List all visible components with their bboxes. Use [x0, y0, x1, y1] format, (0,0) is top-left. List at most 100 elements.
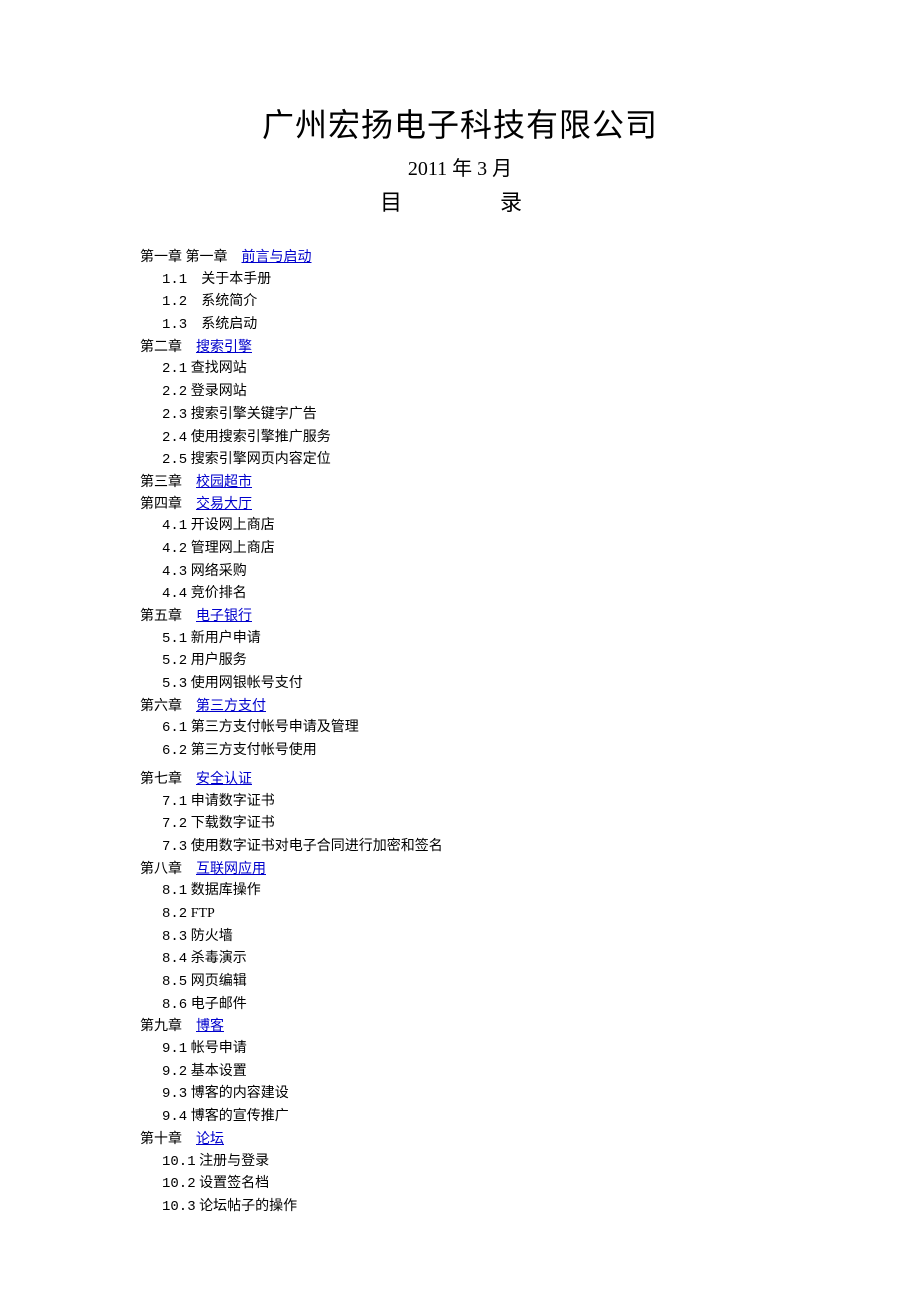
section-number: 5.3 [162, 676, 187, 692]
section-label: 网页编辑 [187, 974, 247, 989]
chapter-row: 第四章 交易大厅 [140, 494, 780, 516]
section-label: 搜索引擎关键字广告 [187, 407, 317, 422]
section-number: 2.4 [162, 430, 187, 446]
section-label: FTP [187, 906, 215, 921]
chapter-prefix: 第二章 [140, 340, 196, 355]
section-row: 9.4 博客的宣传推广 [140, 1106, 780, 1129]
chapter-link[interactable]: 博客 [196, 1019, 224, 1034]
section-row: 9.2 基本设置 [140, 1061, 780, 1084]
section-number: 10.3 [162, 1199, 196, 1215]
section-number: 8.5 [162, 974, 187, 990]
chapter-row: 第十章 论坛 [140, 1129, 780, 1151]
section-row: 5.2 用户服务 [140, 650, 780, 673]
toc-heading: 目 录 [140, 185, 780, 217]
section-row: 8.4 杀毒演示 [140, 948, 780, 971]
section-label: 查找网站 [187, 361, 247, 376]
document-page: 广州宏扬电子科技有限公司 2011 年 3 月 目 录 第一章 第一章 前言与启… [0, 0, 920, 1299]
section-row: 10.2 设置签名档 [140, 1173, 780, 1196]
chapter-link[interactable]: 搜索引擎 [196, 340, 252, 355]
section-row: 8.3 防火墙 [140, 926, 780, 949]
section-number: 8.1 [162, 883, 187, 899]
section-row: 7.2 下载数字证书 [140, 813, 780, 836]
section-row: 7.3 使用数字证书对电子合同进行加密和签名 [140, 836, 780, 859]
chapter-row: 第七章 安全认证 [140, 769, 780, 791]
section-number: 2.5 [162, 452, 187, 468]
section-number: 9.2 [162, 1064, 187, 1080]
table-of-contents: 第一章 第一章 前言与启动1.1 关于本手册1.2 系统简介1.3 系统启动第二… [140, 247, 780, 1219]
section-label: 数据库操作 [187, 883, 261, 898]
chapter-link[interactable]: 电子银行 [196, 609, 252, 624]
chapter-row: 第五章 电子银行 [140, 606, 780, 628]
section-label: 申请数字证书 [187, 794, 275, 809]
chapter-prefix: 第九章 [140, 1019, 196, 1034]
section-number: 7.3 [162, 839, 187, 855]
section-label: 注册与登录 [196, 1154, 270, 1169]
section-row: 2.4 使用搜索引擎推广服务 [140, 427, 780, 450]
section-number: 2.2 [162, 384, 187, 400]
section-label: 第三方支付帐号使用 [187, 743, 317, 758]
section-number: 9.4 [162, 1109, 187, 1125]
chapter-link[interactable]: 校园超市 [196, 475, 252, 490]
section-number: 8.2 [162, 906, 187, 922]
section-row: 6.1 第三方支付帐号申请及管理 [140, 717, 780, 740]
section-number: 1.2 [162, 294, 187, 310]
chapter-link[interactable]: 交易大厅 [196, 497, 252, 512]
chapter-row: 第六章 第三方支付 [140, 696, 780, 718]
section-label: 第三方支付帐号申请及管理 [187, 720, 359, 735]
chapter-prefix: 第五章 [140, 609, 196, 624]
section-number: 8.6 [162, 997, 187, 1013]
section-number: 2.1 [162, 361, 187, 377]
chapter-link[interactable]: 互联网应用 [196, 862, 266, 877]
chapter-prefix: 第十章 [140, 1132, 196, 1147]
section-row: 2.5 搜索引擎网页内容定位 [140, 449, 780, 472]
section-row: 10.1 注册与登录 [140, 1151, 780, 1174]
section-label: 关于本手册 [187, 272, 271, 287]
section-label: 竞价排名 [187, 586, 247, 601]
chapter-link[interactable]: 安全认证 [196, 772, 252, 787]
chapter-prefix: 第七章 [140, 772, 196, 787]
section-row: 2.2 登录网站 [140, 381, 780, 404]
section-number: 7.1 [162, 794, 187, 810]
section-number: 10.1 [162, 1154, 196, 1170]
section-row: 8.2 FTP [140, 903, 780, 926]
section-row: 10.3 论坛帖子的操作 [140, 1196, 780, 1219]
section-number: 4.4 [162, 586, 187, 602]
section-row: 1.1 关于本手册 [140, 269, 780, 292]
section-label: 博客的宣传推广 [187, 1109, 289, 1124]
section-number: 5.2 [162, 653, 187, 669]
chapter-link[interactable]: 前言与启动 [242, 250, 312, 265]
chapter-link[interactable]: 第三方支付 [196, 699, 266, 714]
section-label: 用户服务 [187, 653, 247, 668]
section-label: 使用搜索引擎推广服务 [187, 430, 331, 445]
section-number: 8.3 [162, 929, 187, 945]
section-number: 5.1 [162, 631, 187, 647]
section-row: 5.1 新用户申请 [140, 628, 780, 651]
chapter-row: 第一章 第一章 前言与启动 [140, 247, 780, 269]
section-row: 2.1 查找网站 [140, 358, 780, 381]
section-number: 4.1 [162, 518, 187, 534]
section-row: 8.5 网页编辑 [140, 971, 780, 994]
chapter-prefix: 第一章 第一章 [140, 250, 242, 265]
chapter-row: 第九章 博客 [140, 1016, 780, 1038]
section-label: 论坛帖子的操作 [196, 1199, 298, 1214]
section-label: 防火墙 [187, 929, 233, 944]
section-row: 1.2 系统简介 [140, 291, 780, 314]
section-number: 6.2 [162, 743, 187, 759]
chapter-row: 第三章 校园超市 [140, 472, 780, 494]
date-line: 2011 年 3 月 [140, 152, 780, 181]
section-number: 7.2 [162, 816, 187, 832]
chapter-prefix: 第三章 [140, 475, 196, 490]
section-label: 系统简介 [187, 294, 257, 309]
section-row: 7.1 申请数字证书 [140, 791, 780, 814]
section-label: 杀毒演示 [187, 951, 247, 966]
section-label: 使用数字证书对电子合同进行加密和签名 [187, 839, 443, 854]
section-label: 新用户申请 [187, 631, 261, 646]
section-label: 电子邮件 [187, 997, 247, 1012]
section-row: 6.2 第三方支付帐号使用 [140, 740, 780, 763]
section-label: 设置签名档 [196, 1176, 270, 1191]
section-number: 8.4 [162, 951, 187, 967]
chapter-link[interactable]: 论坛 [196, 1132, 224, 1147]
section-label: 博客的内容建设 [187, 1086, 289, 1101]
company-title: 广州宏扬电子科技有限公司 [140, 100, 780, 146]
section-label: 登录网站 [187, 384, 247, 399]
